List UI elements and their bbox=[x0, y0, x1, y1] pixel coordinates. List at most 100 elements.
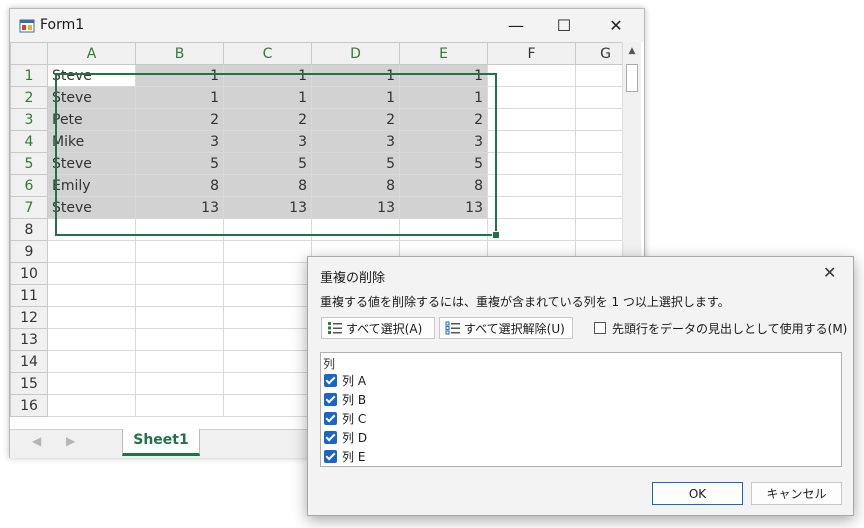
grid-cell[interactable]: 8 bbox=[223, 174, 312, 197]
row-header[interactable]: 8 bbox=[10, 218, 48, 241]
grid-cell[interactable] bbox=[223, 240, 312, 263]
grid-cell[interactable] bbox=[311, 218, 400, 241]
grid-cell[interactable]: 1 bbox=[399, 64, 488, 87]
grid-cell[interactable]: 1 bbox=[135, 64, 224, 87]
grid-cell[interactable] bbox=[487, 64, 576, 87]
grid-cell[interactable] bbox=[135, 394, 224, 417]
grid-cell[interactable] bbox=[223, 350, 312, 373]
column-list-item[interactable]: 列 B bbox=[324, 390, 366, 408]
row-header[interactable]: 12 bbox=[10, 306, 48, 329]
grid-cell[interactable] bbox=[487, 152, 576, 175]
column-list-item[interactable]: 列 D bbox=[324, 428, 367, 446]
grid-cell[interactable] bbox=[135, 284, 224, 307]
grid-cell[interactable] bbox=[47, 240, 136, 263]
checkbox-checked-icon[interactable] bbox=[324, 449, 337, 463]
grid-cell[interactable] bbox=[47, 306, 136, 329]
grid-cell[interactable] bbox=[223, 306, 312, 329]
grid-cell[interactable] bbox=[135, 306, 224, 329]
column-header-b[interactable]: B bbox=[135, 42, 224, 65]
grid-cell[interactable] bbox=[47, 284, 136, 307]
grid-cell[interactable] bbox=[47, 262, 136, 285]
grid-cell[interactable]: 1 bbox=[311, 64, 400, 87]
tab-next-icon[interactable]: ▶ bbox=[66, 434, 75, 448]
header-checkbox[interactable] bbox=[594, 322, 606, 334]
grid-cell[interactable] bbox=[135, 240, 224, 263]
grid-cell[interactable]: 5 bbox=[399, 152, 488, 175]
grid-cell[interactable] bbox=[487, 130, 576, 153]
grid-cell[interactable] bbox=[223, 218, 312, 241]
grid-cell[interactable]: 5 bbox=[223, 152, 312, 175]
tab-sheet1[interactable]: Sheet1 bbox=[122, 429, 200, 456]
grid-cell[interactable] bbox=[135, 262, 224, 285]
header-option[interactable]: 先頭行をデータの見出しとして使用する(M) bbox=[594, 317, 847, 339]
title-bar[interactable]: Form1 — ☐ ✕ bbox=[10, 9, 644, 42]
grid-cell[interactable]: 1 bbox=[135, 86, 224, 109]
grid-cell[interactable] bbox=[487, 108, 576, 131]
grid-cell[interactable] bbox=[135, 350, 224, 373]
cancel-button[interactable]: キャンセル bbox=[751, 482, 842, 505]
column-list[interactable]: 列 列 A 列 B 列 C 列 D 列 E bbox=[320, 352, 842, 467]
grid-cell[interactable]: 3 bbox=[311, 130, 400, 153]
grid-cell[interactable]: Steve bbox=[47, 86, 136, 109]
grid-cell[interactable]: Emily bbox=[47, 174, 136, 197]
row-header[interactable]: 11 bbox=[10, 284, 48, 307]
column-header-e[interactable]: E bbox=[399, 42, 488, 65]
column-header-d[interactable]: D bbox=[311, 42, 400, 65]
grid-cell[interactable] bbox=[487, 174, 576, 197]
grid-cell[interactable]: 3 bbox=[399, 130, 488, 153]
checkbox-checked-icon[interactable] bbox=[324, 411, 337, 425]
tab-prev-icon[interactable]: ◀ bbox=[32, 434, 41, 448]
fill-handle[interactable] bbox=[492, 231, 500, 239]
close-button[interactable]: ✕ bbox=[592, 9, 640, 42]
grid-cell[interactable] bbox=[487, 86, 576, 109]
grid-cell[interactable]: 5 bbox=[135, 152, 224, 175]
grid-cell[interactable] bbox=[399, 218, 488, 241]
grid-cell[interactable] bbox=[47, 394, 136, 417]
grid-cell[interactable]: 1 bbox=[223, 86, 312, 109]
row-header[interactable]: 4 bbox=[10, 130, 48, 153]
grid-cell[interactable]: 1 bbox=[311, 86, 400, 109]
checkbox-checked-icon[interactable] bbox=[324, 392, 337, 406]
select-all-button[interactable]: すべて選択(A) bbox=[321, 317, 435, 339]
row-header[interactable]: 9 bbox=[10, 240, 48, 263]
row-header[interactable]: 3 bbox=[10, 108, 48, 131]
dialog-close-icon[interactable]: ✕ bbox=[823, 263, 836, 282]
row-header[interactable]: 7 bbox=[10, 196, 48, 219]
grid-cell[interactable] bbox=[223, 262, 312, 285]
column-list-item[interactable]: 列 E bbox=[324, 447, 365, 465]
row-header[interactable]: 10 bbox=[10, 262, 48, 285]
grid-cell[interactable] bbox=[223, 394, 312, 417]
select-all-corner[interactable] bbox=[10, 42, 48, 65]
grid-cell[interactable]: 2 bbox=[223, 108, 312, 131]
column-header-a[interactable]: A bbox=[47, 42, 136, 65]
column-list-item[interactable]: 列 C bbox=[324, 409, 366, 427]
grid-cell[interactable] bbox=[47, 350, 136, 373]
grid-cell[interactable]: 2 bbox=[311, 108, 400, 131]
grid-cell[interactable]: 3 bbox=[223, 130, 312, 153]
row-header[interactable]: 13 bbox=[10, 328, 48, 351]
grid-cell[interactable] bbox=[135, 372, 224, 395]
grid-cell[interactable] bbox=[487, 196, 576, 219]
row-header[interactable]: 14 bbox=[10, 350, 48, 373]
row-header[interactable]: 5 bbox=[10, 152, 48, 175]
minimize-button[interactable]: — bbox=[492, 9, 540, 42]
grid-cell[interactable]: 2 bbox=[399, 108, 488, 131]
unselect-all-button[interactable]: すべて選択解除(U) bbox=[439, 317, 573, 339]
grid-cell[interactable]: 8 bbox=[311, 174, 400, 197]
row-header[interactable]: 6 bbox=[10, 174, 48, 197]
row-header[interactable]: 1 bbox=[10, 64, 48, 87]
scroll-up-icon[interactable]: ▲ bbox=[626, 46, 638, 58]
grid-cell[interactable]: 13 bbox=[399, 196, 488, 219]
grid-cell[interactable]: Steve bbox=[47, 152, 136, 175]
ok-button[interactable]: OK bbox=[652, 482, 743, 505]
grid-cell[interactable] bbox=[223, 328, 312, 351]
grid-cell[interactable]: 1 bbox=[223, 64, 312, 87]
grid-cell[interactable]: Mike bbox=[47, 130, 136, 153]
column-header-f[interactable]: F bbox=[487, 42, 576, 65]
grid-cell[interactable] bbox=[135, 328, 224, 351]
grid-cell[interactable]: 13 bbox=[311, 196, 400, 219]
column-list-item[interactable]: 列 A bbox=[324, 371, 366, 389]
grid-cell[interactable]: 13 bbox=[135, 196, 224, 219]
checkbox-checked-icon[interactable] bbox=[324, 373, 337, 387]
grid-cell[interactable]: 8 bbox=[399, 174, 488, 197]
